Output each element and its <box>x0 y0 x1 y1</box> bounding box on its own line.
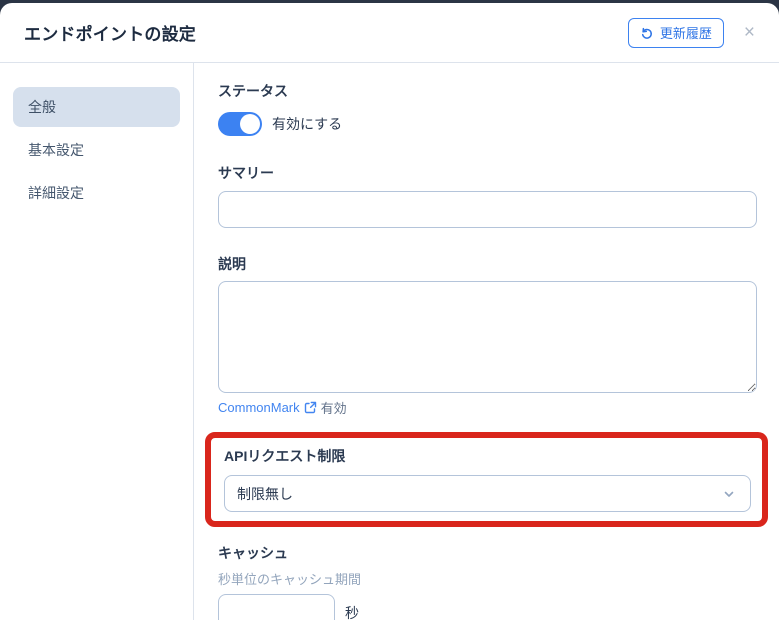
sidebar-item-advanced-settings[interactable]: 詳細設定 <box>13 173 180 213</box>
sidebar-item-label: 全般 <box>28 99 56 115</box>
settings-sidebar: 全般 基本設定 詳細設定 <box>0 63 194 620</box>
api-limit-select[interactable]: 制限無し <box>224 475 751 512</box>
description-hint-suffix: 有効 <box>320 401 347 416</box>
description-hint: CommonMark 有効 <box>218 398 757 417</box>
cache-section: キャッシュ 秒単位のキャッシュ期間 秒 <box>218 543 757 620</box>
description-label: 説明 <box>218 256 246 272</box>
status-section: ステータス 有効にする <box>218 81 757 136</box>
toggle-knob <box>240 114 260 134</box>
status-label: ステータス <box>218 83 288 99</box>
modal-body: 全般 基本設定 詳細設定 ステータス 有効にする サマリー 説明 CommonM… <box>0 63 779 620</box>
sidebar-item-basic-settings[interactable]: 基本設定 <box>13 130 180 170</box>
sidebar-item-general[interactable]: 全般 <box>13 87 180 127</box>
summary-label: サマリー <box>218 165 274 181</box>
description-textarea[interactable] <box>218 281 757 393</box>
external-link-icon <box>304 401 317 414</box>
undo-history-icon <box>640 26 654 40</box>
chevron-down-icon <box>722 487 736 501</box>
cache-label: キャッシュ <box>218 545 288 561</box>
api-limit-selected-option: 制限無し <box>237 485 293 502</box>
description-section: 説明 CommonMark 有効 <box>218 254 757 417</box>
modal-header: エンドポイントの設定 更新履歴 × <box>0 3 779 63</box>
status-toggle-label: 有効にする <box>272 116 343 132</box>
commonmark-link[interactable]: CommonMark <box>218 400 317 415</box>
close-icon[interactable]: × <box>738 21 761 44</box>
endpoint-settings-modal: エンドポイントの設定 更新履歴 × 全般 基本設定 詳細設定 ステータス 有効に… <box>0 3 779 620</box>
api-limit-highlight: APIリクエスト制限 制限無し <box>205 432 768 527</box>
header-actions: 更新履歴 × <box>627 17 761 48</box>
sidebar-item-label: 詳細設定 <box>28 185 84 201</box>
update-history-label: 更新履歴 <box>659 26 712 41</box>
summary-input[interactable] <box>218 191 757 228</box>
commonmark-link-label: CommonMark <box>218 400 300 415</box>
cache-unit-label: 秒 <box>345 605 359 620</box>
cache-hint: 秒単位のキャッシュ期間 <box>218 572 362 587</box>
summary-section: サマリー <box>218 163 757 228</box>
update-history-button[interactable]: 更新履歴 <box>627 17 724 48</box>
sidebar-item-label: 基本設定 <box>28 142 84 158</box>
cache-duration-input[interactable] <box>218 594 335 620</box>
modal-title: エンドポイントの設定 <box>24 25 196 44</box>
status-toggle[interactable] <box>218 112 262 136</box>
api-limit-label: APIリクエスト制限 <box>224 448 346 464</box>
settings-form: ステータス 有効にする サマリー 説明 CommonMark 有効 APIリクエ… <box>194 63 779 620</box>
